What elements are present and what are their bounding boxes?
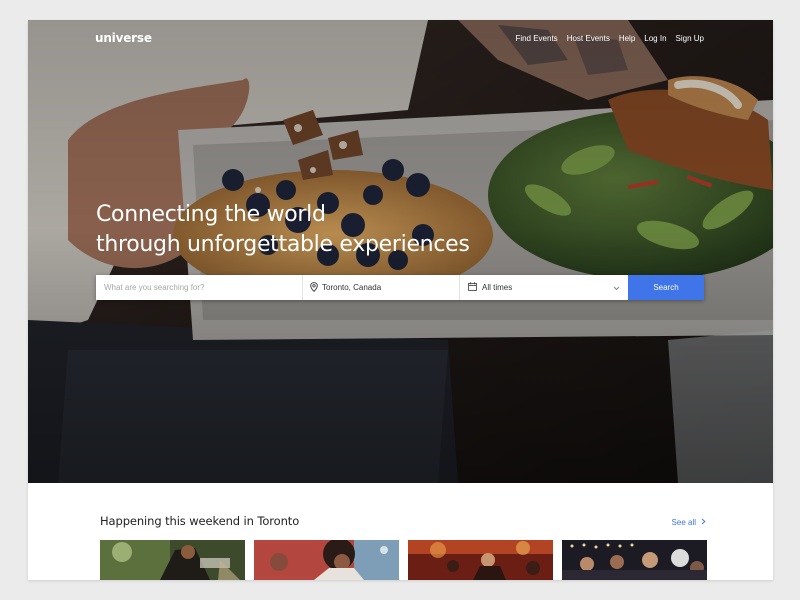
nav-links: Find Events Host Events Help Log In Sign… bbox=[515, 34, 704, 43]
location-field[interactable]: Toronto, Canada bbox=[303, 275, 460, 300]
event-card[interactable] bbox=[408, 540, 553, 580]
hero-headline: Connecting the world through unforgettab… bbox=[96, 200, 556, 260]
section-title: Happening this weekend in Toronto bbox=[100, 514, 300, 528]
calendar-icon bbox=[468, 282, 477, 293]
event-card[interactable] bbox=[100, 540, 245, 580]
nav-find-events[interactable]: Find Events bbox=[515, 34, 557, 43]
nav-sign-up[interactable]: Sign Up bbox=[676, 34, 704, 43]
chevron-down-icon bbox=[613, 284, 620, 293]
top-nav: universe Find Events Host Events Help Lo… bbox=[28, 20, 773, 60]
search-bar: Toronto, Canada All times bbox=[96, 275, 704, 300]
location-pin-icon bbox=[310, 281, 318, 294]
weekend-section: Happening this weekend in Toronto See al… bbox=[28, 483, 773, 580]
search-input[interactable] bbox=[96, 275, 303, 300]
nav-log-in[interactable]: Log In bbox=[644, 34, 666, 43]
hero-headline-line2: through unforgettable experiences bbox=[96, 232, 470, 257]
event-card[interactable] bbox=[562, 540, 707, 580]
chevron-right-icon bbox=[701, 518, 706, 527]
search-button[interactable]: Search bbox=[628, 275, 704, 300]
event-photo-party bbox=[254, 540, 399, 580]
see-all-label: See all bbox=[671, 518, 696, 527]
see-all-link[interactable]: See all bbox=[672, 518, 706, 527]
location-value: Toronto, Canada bbox=[322, 283, 382, 292]
event-photo-crowd bbox=[562, 540, 707, 580]
brand-logo[interactable]: universe bbox=[95, 31, 152, 45]
browser-frame: universe Find Events Host Events Help Lo… bbox=[28, 20, 773, 580]
hero-headline-line1: Connecting the world bbox=[96, 202, 326, 227]
event-photo-stage bbox=[408, 540, 553, 580]
event-photo-dj bbox=[100, 540, 245, 580]
event-cards bbox=[100, 540, 707, 580]
event-card[interactable] bbox=[254, 540, 399, 580]
date-select[interactable]: All times bbox=[460, 275, 628, 300]
nav-host-events[interactable]: Host Events bbox=[567, 34, 610, 43]
date-value: All times bbox=[482, 283, 513, 292]
hero: universe Find Events Host Events Help Lo… bbox=[28, 20, 773, 483]
nav-help[interactable]: Help bbox=[619, 34, 635, 43]
